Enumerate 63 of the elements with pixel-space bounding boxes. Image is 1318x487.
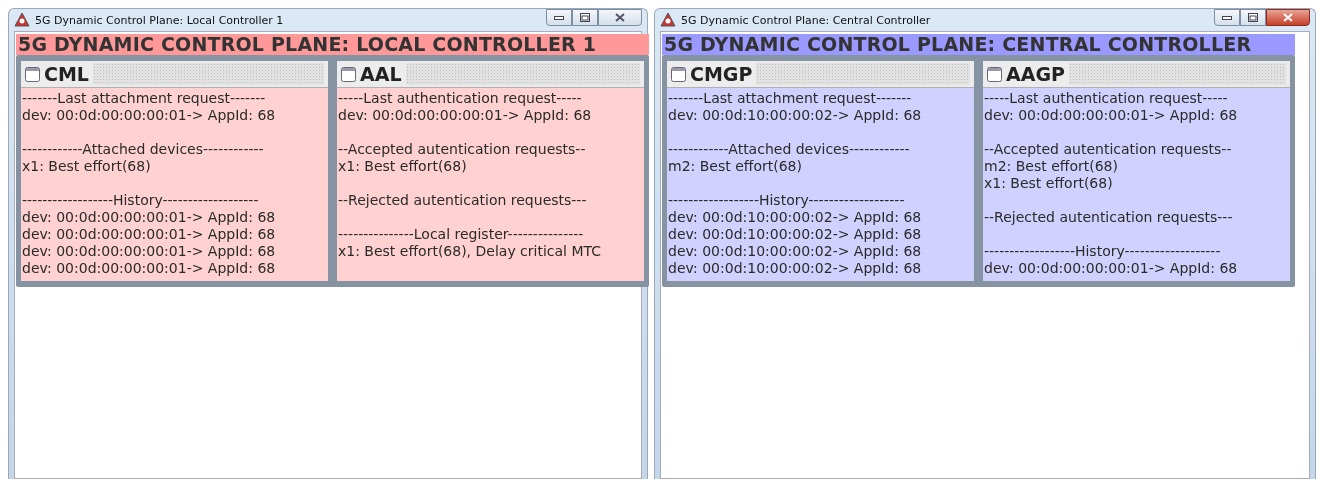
close-button[interactable] (598, 9, 642, 26)
window-title: 5G Dynamic Control Plane: Local Controller 1 (35, 13, 285, 27)
section-heading: --Rejected autentication requests--- (984, 209, 1233, 226)
log-line: dev: 00:0d:00:00:00:01-> AppId: 68 (22, 226, 276, 243)
log-line: dev: 00:0d:00:00:00:01-> AppId: 68 (22, 260, 276, 277)
log-line: dev: 00:0d:00:00:00:01-> AppId: 68 (984, 107, 1238, 124)
log-line: dev: 00:0d:10:00:00:02-> AppId: 68 (668, 107, 922, 124)
window-icon (987, 66, 1002, 82)
log-line: x1: Best effort(68), Delay critical MTC (338, 243, 602, 260)
maximize-icon (1248, 13, 1258, 22)
controller-heading: 5G DYNAMIC CONTROL PLANE: CENTRAL CONTROLLER (662, 34, 1295, 55)
close-icon (1283, 13, 1293, 22)
section-heading: ------------Attached devices------------ (22, 141, 264, 158)
log-line: dev: 00:0d:10:00:00:02-> AppId: 68 (668, 226, 922, 243)
section-heading: -------Last attachment request------- (22, 90, 266, 107)
section-heading: ---------------Local register--------------- (338, 226, 584, 243)
log-line: dev: 00:0d:00:00:00:01-> AppId: 68 (22, 243, 276, 260)
section-heading: --Rejected autentication requests--- (338, 192, 587, 209)
title-bar-grip[interactable] (92, 63, 324, 85)
section-heading: -----Last authentication request----- (984, 90, 1228, 107)
section-heading: --Accepted autentication requests-- (338, 141, 586, 158)
log-line: m2: Best effort(68) (984, 158, 1118, 175)
app-icon (660, 12, 676, 28)
log-line: dev: 00:0d:00:00:00:01-> AppId: 68 (338, 107, 592, 124)
app-icon (14, 12, 30, 28)
log-line: dev: 00:0d:00:00:00:01-> AppId: 68 (984, 260, 1238, 277)
section-heading: ------------------History------------------- (22, 192, 259, 209)
window-icon (671, 66, 686, 82)
window-icon (341, 66, 356, 82)
section-heading: -------Last attachment request------- (668, 90, 912, 107)
log-line: m2: Best effort(68) (668, 158, 802, 175)
maximize-button[interactable] (1240, 9, 1266, 26)
minimize-icon (1222, 15, 1232, 20)
window-icon (25, 66, 40, 82)
minimize-icon (554, 15, 564, 20)
close-icon (615, 13, 625, 22)
close-button[interactable] (1266, 9, 1310, 26)
log-line: dev: 00:0d:10:00:00:02-> AppId: 68 (668, 209, 922, 226)
log-line: x1: Best effort(68) (338, 158, 467, 175)
title-bar-grip[interactable] (1068, 63, 1286, 85)
log-line: dev: 00:0d:00:00:00:01-> AppId: 68 (22, 209, 276, 226)
log-line: dev: 00:0d:10:00:00:02-> AppId: 68 (668, 260, 922, 277)
section-heading: --Accepted autentication requests-- (984, 141, 1232, 158)
panel-title: CML (44, 63, 89, 85)
log-line: dev: 00:0d:10:00:00:02-> AppId: 68 (668, 243, 922, 260)
panel-title: AAL (360, 63, 402, 85)
section-heading: ------------------History------------------- (668, 192, 905, 209)
title-bar-grip[interactable] (405, 63, 640, 85)
maximize-icon (580, 13, 590, 22)
section-heading: ------------Attached devices------------ (668, 141, 910, 158)
panel-title: AAGP (1006, 63, 1065, 85)
minimize-button[interactable] (1214, 9, 1240, 26)
log-line: dev: 00:0d:00:00:00:01-> AppId: 68 (22, 107, 276, 124)
window-title: 5G Dynamic Control Plane: Central Controller (681, 13, 932, 27)
controller-heading: 5G DYNAMIC CONTROL PLANE: LOCAL CONTROLLER 1 (16, 34, 649, 55)
panel-title: CMGP (690, 63, 753, 85)
title-bar-grip[interactable] (756, 63, 970, 85)
section-heading: ------------------History------------------- (984, 243, 1221, 260)
section-heading: -----Last authentication request----- (338, 90, 582, 107)
minimize-button[interactable] (546, 9, 572, 26)
maximize-button[interactable] (572, 9, 598, 26)
log-line: x1: Best effort(68) (22, 158, 151, 175)
log-line: x1: Best effort(68) (984, 175, 1113, 192)
